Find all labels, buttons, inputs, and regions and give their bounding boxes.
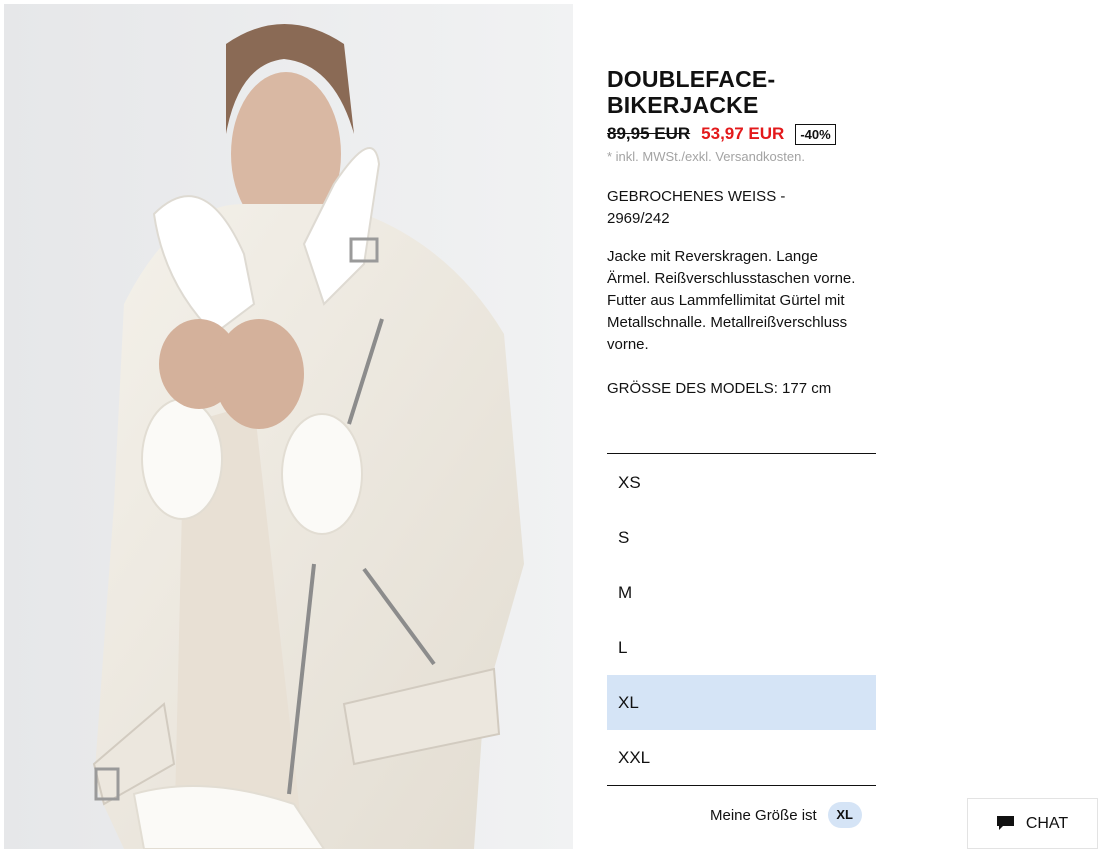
product-title-line2: BIKERJACKE [607, 92, 759, 118]
product-title-line1: DOUBLEFACE- [607, 66, 776, 92]
size-option-l[interactable]: L [607, 620, 876, 675]
size-list: XS S M L XL XXL [607, 453, 876, 786]
model-size: GRÖSSE DES MODELS: 177 cm [607, 380, 832, 397]
sale-price: 53,97 EUR [701, 124, 785, 143]
my-size-badge[interactable]: XL [827, 802, 862, 828]
size-option-m[interactable]: M [607, 565, 876, 620]
product-description: Jacke mit Reverskragen. Lange Ärmel. Rei… [607, 248, 856, 353]
size-option-xl[interactable]: XL [607, 675, 876, 730]
size-option-xxl[interactable]: XXL [607, 730, 876, 785]
product-page: DOUBLEFACE- BIKERJACKE 89,95 EUR 53,97 E… [0, 0, 1099, 859]
chat-button[interactable]: CHAT [967, 798, 1098, 849]
my-size-indicator: Meine Größe ist XL [710, 802, 862, 828]
chat-bubble-icon [996, 816, 1014, 830]
my-size-label: Meine Größe ist [710, 806, 817, 824]
color-reference: GEBROCHENES WEISS - 2969/242 [607, 188, 786, 227]
price-row: 89,95 EUR 53,97 EUR -40% [607, 122, 877, 146]
product-info: DOUBLEFACE- BIKERJACKE 89,95 EUR 53,97 E… [607, 66, 877, 400]
original-price: 89,95 EUR [607, 124, 691, 143]
size-option-xs[interactable]: XS [607, 455, 876, 510]
tax-note: * inkl. MWSt./exkl. Versandkosten. [607, 149, 805, 164]
discount-badge: -40% [795, 123, 836, 145]
size-option-s[interactable]: S [607, 510, 876, 565]
product-title: DOUBLEFACE- BIKERJACKE [607, 66, 877, 118]
product-image[interactable] [4, 4, 573, 849]
chat-label: CHAT [1025, 814, 1069, 832]
